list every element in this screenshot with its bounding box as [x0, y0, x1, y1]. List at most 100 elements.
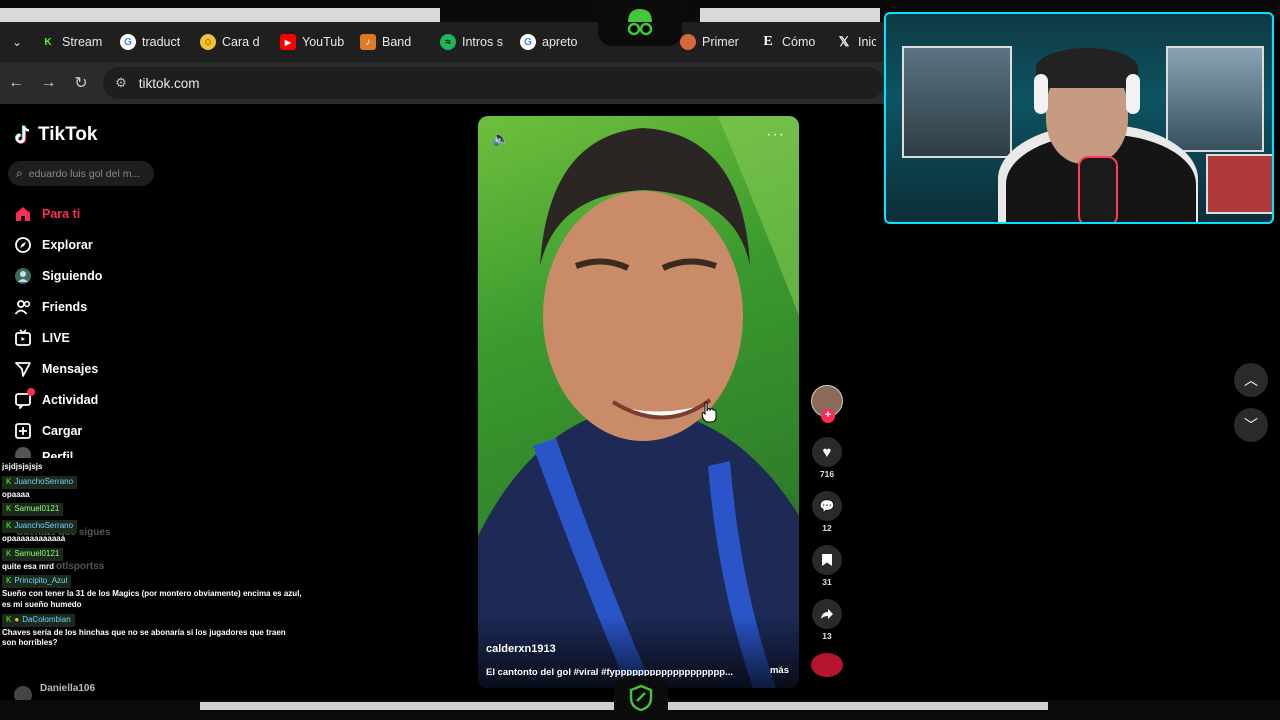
browser-tab[interactable]: E Cómo — [754, 27, 830, 57]
person-hair — [1036, 48, 1138, 88]
chat-text: opaaaa — [2, 489, 30, 499]
browser-tab[interactable]: ≈ Intros s — [434, 27, 514, 57]
nav-label: Actividad — [42, 392, 99, 407]
browser-tab[interactable]: Primer — [674, 27, 754, 57]
notification-dot — [27, 388, 35, 396]
chat-username: K Samuel0121 — [2, 547, 64, 561]
tab-label: Intros s — [462, 35, 503, 49]
nav-label: Perfil — [42, 450, 74, 458]
sub-badge-icon: ● — [14, 614, 20, 624]
url-bar[interactable]: ⚙ tiktok.com — [103, 67, 885, 99]
friends-icon — [14, 298, 32, 316]
chat-message: K Samuel0121 — [2, 503, 302, 517]
video-player[interactable]: 🔈 ··· calderxn1913 El cantonto del gol #… — [478, 116, 799, 688]
stream-chat: jsjdjsjsjsjs K JuanchoSerrano opaaaa K Sam… — [2, 462, 302, 652]
chat-user-name: DaColombian — [22, 614, 71, 624]
chat-text: jsjdjsjsjsjs — [2, 462, 43, 471]
video-caption: calderxn1913 El cantonto del gol #viral … — [486, 643, 791, 678]
nav-label: Mensajes — [42, 361, 99, 376]
browser-tab[interactable]: Gtraduct — [114, 27, 194, 57]
poster-frame — [1166, 46, 1264, 152]
volume-icon[interactable]: 🔈 — [492, 130, 509, 147]
chat-message: K Samuel0121 quite esa mrd — [2, 547, 302, 573]
nav-item-live[interactable]: LIVE — [14, 322, 102, 353]
kick-badge-icon: K — [6, 576, 12, 586]
nav-item-mensajes[interactable]: Mensajes — [14, 353, 102, 384]
logo-text: TikTok — [38, 124, 98, 145]
video-username[interactable]: calderxn1913 — [486, 643, 791, 655]
tab-label: Stream — [62, 35, 103, 49]
tiktok-note-icon — [14, 125, 30, 144]
tab-search-chevron-icon[interactable]: ⌄ — [0, 35, 34, 49]
sound-disc-icon[interactable] — [811, 653, 843, 677]
nav-item-perfil[interactable]: Perfil — [14, 446, 102, 458]
browser-tab[interactable]: K Stream — [34, 27, 114, 57]
search-input[interactable]: ⌕ eduardo luis gol del m... — [8, 161, 154, 186]
x-icon: 𝕏 — [838, 34, 850, 49]
comment-button[interactable]: 💬 — [812, 491, 842, 521]
compass-icon — [14, 236, 32, 254]
creator-avatar[interactable]: + — [811, 385, 843, 423]
reload-icon[interactable]: ↻ — [65, 73, 97, 93]
browser-tab[interactable]: ▶ YouTub — [274, 27, 354, 57]
chat-text: quite esa mrd — [2, 561, 55, 571]
video-more-link[interactable]: más — [770, 665, 789, 676]
site-settings-icon[interactable]: ⚙ — [115, 75, 127, 91]
avatar-icon — [680, 34, 696, 50]
next-video-button[interactable]: ﹀ — [1234, 408, 1268, 442]
forward-arrow-icon[interactable]: → — [32, 74, 64, 92]
chat-user-name: JuanchoSerrano — [14, 521, 74, 531]
url-text: tiktok.com — [138, 75, 200, 91]
nav-item-siguiendo[interactable]: Siguiendo — [14, 260, 102, 291]
share-button[interactable] — [812, 599, 842, 629]
search-icon: ⌕ — [16, 166, 23, 180]
browser-tab[interactable]: ☺ Cara d — [194, 27, 274, 57]
nav-item-friends[interactable]: Friends — [14, 291, 102, 322]
chat-text: Sueño con tener la 31 de los Magics (por… — [2, 589, 302, 609]
tab-label: traduct — [142, 35, 181, 49]
save-button[interactable] — [812, 545, 842, 575]
nav-item-cargar[interactable]: Cargar — [14, 415, 102, 446]
kick-badge-icon: K — [6, 504, 12, 514]
chat-text: Chaves sería de los hinchas que no se ab… — [2, 627, 286, 648]
kick-badge-icon: K — [6, 614, 12, 624]
google-icon: G — [120, 34, 136, 50]
headphone-left — [1034, 74, 1048, 114]
video-actions: + ♥ 716 💬 12 31 13 — [810, 385, 844, 677]
tiktok-logo[interactable]: TikTok — [14, 124, 97, 146]
chat-username: K ● DaColombian — [2, 613, 75, 627]
chat-message: K JuanchoSerrano opaaaa — [2, 475, 302, 501]
browser-tab[interactable]: Gapreto — [514, 27, 594, 57]
chat-username: K Principito_Azul — [2, 575, 72, 589]
more-options-icon[interactable]: ··· — [766, 126, 785, 144]
nav-label: Siguiendo — [42, 268, 103, 283]
previous-video-button[interactable]: ︿ — [1234, 363, 1268, 397]
share-arrow-icon — [821, 609, 833, 619]
upload-icon — [14, 422, 32, 440]
mouse-cursor-icon — [701, 402, 717, 423]
nav-item-explorar[interactable]: Explorar — [14, 229, 102, 260]
following-account[interactable]: Daniella106 — [40, 683, 95, 694]
like-button[interactable]: ♥ — [812, 437, 842, 467]
follow-plus-icon[interactable]: + — [821, 409, 835, 423]
heart-icon: ♥ — [822, 443, 832, 461]
tab-label: YouTub — [302, 35, 345, 49]
browser-tab[interactable]: ♪ Band — [354, 27, 434, 57]
back-arrow-icon[interactable]: ← — [0, 74, 32, 92]
tab-label: apreto — [542, 35, 578, 49]
following-icon — [14, 267, 32, 285]
kick-icon: K — [44, 36, 52, 48]
live-icon — [14, 328, 32, 347]
microphone — [1078, 156, 1118, 222]
nav-label: Friends — [42, 299, 88, 314]
browser-tab-bar: ⌄ K Stream Gtraduct ☺ Cara d ▶ YouTub ♪ Band… — [0, 22, 884, 62]
kick-badge-icon: K — [6, 476, 12, 486]
nav-item-actividad[interactable]: Actividad — [14, 384, 102, 415]
share-count: 13 — [822, 631, 832, 641]
nav-label: Explorar — [42, 237, 93, 252]
emoji-icon: ☺ — [200, 34, 216, 50]
chat-username: K JuanchoSerrano — [2, 475, 78, 489]
browser-tab[interactable]: 𝕏 Inic — [830, 27, 882, 57]
nav-item-para-ti[interactable]: Para ti — [14, 198, 102, 229]
chat-message: K ● DaColombian Chaves sería de los hincha… — [2, 613, 302, 649]
